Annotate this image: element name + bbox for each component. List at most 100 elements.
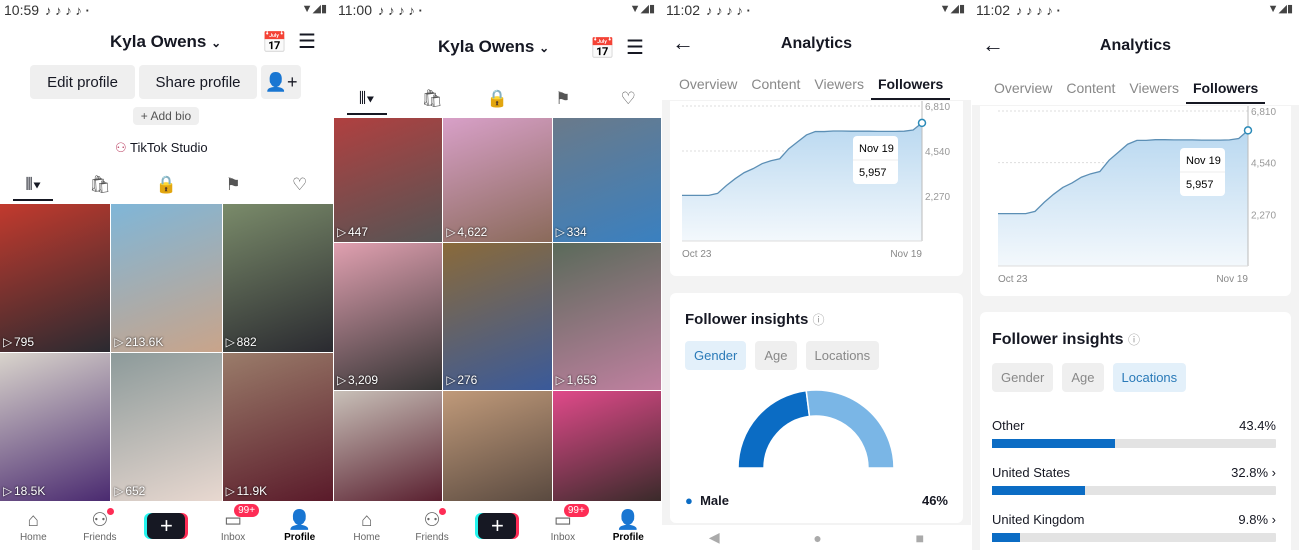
chip-age[interactable]: Age (755, 341, 797, 370)
calendar-star-icon[interactable]: 📅 (262, 30, 287, 55)
clock: 11:02 (976, 2, 1010, 18)
home-icon: ⌂ (27, 509, 40, 531)
video-thumbnail[interactable]: ▷ 11.9K (222, 353, 333, 501)
chip-gender[interactable]: Gender (685, 341, 747, 370)
legend-label: Male (700, 493, 729, 508)
y-tick-label: 6,810 (1251, 107, 1276, 118)
page-title: Analytics (780, 35, 853, 52)
page-title: Analytics (1099, 37, 1172, 54)
nav-inbox[interactable]: ▭ 99+ Inbox (538, 503, 589, 543)
chip-locations[interactable]: Locations (805, 341, 880, 370)
tab-overview[interactable]: Overview (672, 76, 744, 100)
video-thumbnail[interactable]: ▷ 3,209 (334, 243, 443, 390)
username-switcher[interactable]: Kyla Owens ⌄ (438, 37, 549, 57)
followers-chart[interactable]: 2,270 4,540 6,810 Oct 23 Nov 19 Nov 19 5,957 (670, 100, 963, 276)
x-tick-label: Oct 23 (998, 274, 1028, 285)
tab-content[interactable]: Content (744, 76, 807, 100)
nav-create[interactable]: + (472, 513, 522, 539)
liked-tab-icon[interactable]: ♡ (608, 89, 648, 115)
add-bio-button[interactable]: + Add bio (133, 107, 199, 125)
info-icon[interactable]: ⓘ (813, 313, 825, 327)
add-friend-icon[interactable]: 👤+ (261, 65, 301, 99)
menu-icon[interactable]: ☰ (626, 35, 644, 60)
nav-home[interactable]: ⌂ Home (8, 510, 58, 543)
location-row[interactable]: United Kingdom 9.8% › (992, 512, 1276, 542)
location-bar-fill (992, 486, 1086, 495)
chip-gender[interactable]: Gender (992, 363, 1054, 392)
insights-title: Follower insights ⓘ (685, 311, 825, 328)
chip-age[interactable]: Age (1062, 363, 1104, 392)
location-name: Other (992, 418, 1025, 433)
liked-tab-icon[interactable]: ♡ (280, 175, 320, 201)
tab-viewers[interactable]: Viewers (1122, 80, 1186, 104)
view-count: 447 (348, 225, 369, 239)
private-tab-icon[interactable]: 🔒 (146, 175, 186, 201)
nav-friends[interactable]: ⚇ Friends (75, 507, 125, 543)
videos-tab-icon[interactable]: ⦀▾ (346, 89, 387, 115)
analytics-panel-gender: 11:02 ♪ ♪ ♪ ♪ · ▼◢▮ ← Analytics Overview Co… (662, 0, 971, 550)
location-row[interactable]: United States 32.8% › (992, 465, 1276, 495)
nav-label: Inbox (220, 531, 246, 543)
recents-square-icon[interactable]: ■ (916, 530, 924, 546)
tab-viewers[interactable]: Viewers (807, 76, 871, 100)
video-thumbnail[interactable]: ▷ 652 (111, 353, 222, 501)
reposts-tab-icon[interactable]: ⚑ (213, 175, 253, 201)
shop-tab-icon[interactable]: 🛍 (80, 175, 120, 201)
video-thumbnail[interactable]: ▷ 447 (334, 118, 443, 242)
video-grid: ▷ 447 ▷ 4,622 ▷ 334 ▷ 3,209 ▷ 276 ▷ 1,653 (334, 118, 661, 501)
home-circle-icon[interactable]: ● (813, 530, 821, 546)
followers-chart[interactable]: 2,270 4,540 6,810 Oct 23 Nov 19 Nov 19 5,957 (980, 105, 1291, 296)
tab-followers[interactable]: Followers (870, 76, 951, 100)
analytics-panel-locations: 11:02 ♪ ♪ ♪ ♪ · ▼◢▮ ← Analytics Overview Co… (972, 0, 1299, 550)
notification-dot (439, 507, 447, 515)
info-icon[interactable]: ⓘ (1128, 333, 1140, 347)
insight-chips: Gender Age Locations (992, 363, 1187, 392)
location-name: United States (992, 465, 1071, 480)
videos-tab-icon[interactable]: ⦀▾ (13, 175, 54, 201)
video-thumbnail[interactable]: ▷ 1,653 (552, 243, 661, 390)
tab-overview[interactable]: Overview (987, 80, 1059, 104)
system-icons: ▼◢▮ (301, 3, 327, 15)
tiktok-notification-icons: ♪ ♪ ♪ ♪ · (706, 2, 751, 18)
video-thumbnail[interactable]: ▷ 795 (0, 204, 111, 352)
profile-panel-2: 11:00 ♪ ♪ ♪ ♪ · ▼◢▮ Kyla Owens ⌄ 📅 ☰ ⦀▾ 🛍 🔒 ⚑… (334, 0, 661, 550)
nav-inbox[interactable]: ▭ 99+ Inbox (208, 503, 260, 543)
profile-icon: 👤 (616, 509, 641, 531)
nav-label: Home (19, 531, 47, 543)
username-switcher[interactable]: Kyla Owens ⌄ (110, 32, 221, 52)
nav-profile[interactable]: 👤 Profile (275, 510, 325, 543)
male-dot-icon: ● (685, 493, 693, 508)
location-bar-fill (992, 439, 1116, 448)
video-thumbnail[interactable]: ▷ 213.6K (111, 204, 222, 352)
view-count: 213.6K (125, 335, 164, 349)
video-thumbnail[interactable]: ▷ 334 (552, 118, 661, 242)
nav-create[interactable]: + (141, 513, 191, 539)
chip-locations[interactable]: Locations (1112, 363, 1187, 392)
nav-friends[interactable]: ⚇ Friends (407, 507, 457, 543)
location-percent: 43.4% (1239, 418, 1276, 433)
reposts-tab-icon[interactable]: ⚑ (543, 89, 583, 115)
video-thumbnail[interactable]: ▷ 882 (222, 204, 333, 352)
shop-tab-icon[interactable]: 🛍 (412, 89, 452, 115)
insights-title: Follower insights ⓘ (992, 331, 1140, 349)
video-thumbnail[interactable] (334, 391, 443, 501)
video-thumbnail[interactable]: ▷ 18.5K (0, 353, 111, 501)
video-thumbnail[interactable]: ▷ 276 (443, 243, 552, 390)
studio-icon: ⚇ (115, 140, 131, 155)
private-tab-icon[interactable]: 🔒 (477, 89, 517, 115)
location-bar (992, 439, 1276, 448)
edit-profile-button[interactable]: Edit profile (30, 65, 135, 99)
calendar-star-icon[interactable]: 📅 (590, 36, 615, 61)
video-thumbnail[interactable]: ▷ 4,622 (443, 118, 552, 242)
tab-content[interactable]: Content (1059, 80, 1122, 104)
nav-profile[interactable]: 👤 Profile (603, 510, 653, 543)
tab-followers[interactable]: Followers (1185, 80, 1266, 104)
tiktok-studio-link[interactable]: ⚇ TikTok Studio (115, 140, 208, 156)
video-thumbnail[interactable] (552, 391, 661, 501)
nav-home[interactable]: ⌂ Home (342, 510, 392, 543)
play-icon: ▷ (3, 335, 13, 349)
video-thumbnail[interactable] (443, 391, 552, 501)
menu-icon[interactable]: ☰ (298, 29, 316, 54)
share-profile-button[interactable]: Share profile (139, 65, 257, 99)
back-triangle-icon[interactable]: ◀ (709, 529, 720, 546)
